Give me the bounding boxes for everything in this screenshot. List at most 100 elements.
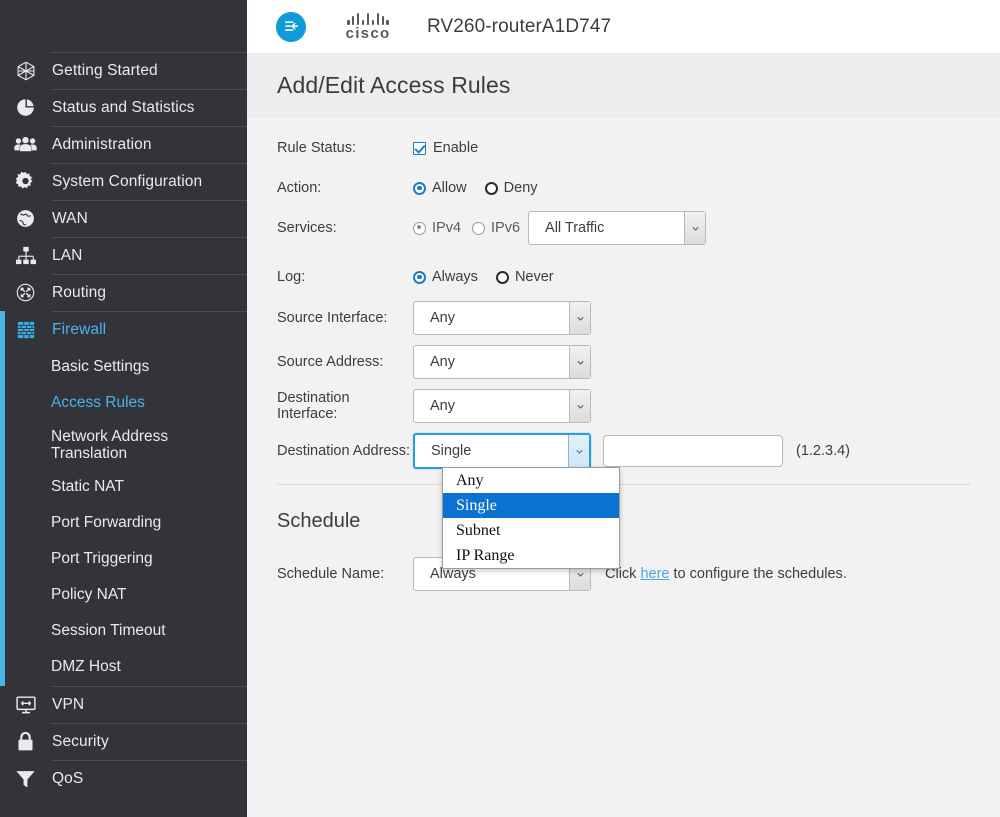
sidebar-item-label: Administration — [51, 126, 247, 163]
action-radio-allow[interactable] — [413, 181, 426, 195]
action-label: Action: — [277, 180, 322, 196]
destination-address-input[interactable] — [603, 435, 783, 467]
sidebar-item-label: Status and Statistics — [51, 89, 247, 126]
collapse-menu-icon[interactable] — [276, 11, 306, 42]
dropdown-option[interactable]: IP Range — [443, 543, 619, 568]
chevron-down-icon — [569, 390, 590, 422]
source-interface-label: Source Interface: — [277, 310, 388, 326]
services-select[interactable]: All Traffic — [528, 211, 707, 245]
sidebar-item-qos[interactable]: QoS — [0, 760, 247, 797]
gear-icon — [0, 171, 51, 192]
sidebar-item-vpn[interactable]: VPN — [0, 686, 247, 723]
action-radio-allow-label: Allow — [432, 180, 467, 196]
sidebar-subitem-port-forwarding[interactable]: Port Forwarding — [0, 505, 247, 541]
destination-interface-select[interactable]: Any — [413, 389, 591, 423]
row-schedule-name: Schedule Name: Always Click here to conf… — [247, 556, 1000, 592]
log-label: Log: — [277, 269, 306, 285]
sidebar-item-firewall[interactable]: Firewall — [0, 311, 247, 348]
services-radio-ipv4-label: IPv4 — [432, 220, 462, 236]
sidebar-item-label: QoS — [51, 760, 247, 797]
row-rule-status: Rule Status: Enable — [247, 131, 1000, 165]
action-radio-deny-label: Deny — [503, 180, 538, 196]
sidebar-item-administration[interactable]: Administration — [0, 126, 247, 163]
sidebar-item-lan[interactable]: LAN — [0, 237, 247, 274]
row-source-address: Source Address: Any — [247, 344, 1000, 380]
destination-address-hint: (1.2.3.4) — [796, 443, 850, 459]
chevron-down-icon — [569, 346, 590, 378]
sidebar-item-label: LAN — [51, 237, 247, 274]
device-name: RV260-routerA1D747 — [427, 15, 612, 37]
sidebar-subitem-label: Policy NAT — [51, 586, 127, 604]
source-address-select[interactable]: Any — [413, 345, 591, 379]
hexagon-network-icon — [0, 60, 51, 82]
row-action: Action: Allow Deny — [247, 171, 1000, 205]
sidebar-item-status-and-statistics[interactable]: Status and Statistics — [0, 89, 247, 126]
sidebar-item-label: VPN — [51, 686, 247, 723]
sidebar-item-label: Firewall — [51, 311, 247, 348]
rule-status-label: Rule Status: — [277, 140, 356, 156]
sidebar-item-label: System Configuration — [51, 163, 247, 200]
chevron-down-icon — [684, 212, 706, 244]
row-destination-address: Destination Address: Single (1.2.3.4) — [247, 432, 1000, 470]
sidebar-item-getting-started[interactable]: Getting Started — [0, 52, 247, 89]
dropdown-option[interactable]: Subnet — [443, 518, 619, 543]
log-radio-always[interactable] — [413, 270, 426, 284]
firewall-brick-icon — [0, 320, 51, 340]
sidebar-subitem-access-rules[interactable]: Access Rules — [0, 385, 247, 421]
sidebar-item-system-configuration[interactable]: System Configuration — [0, 163, 247, 200]
destination-interface-label: Destination Interface: — [277, 390, 350, 422]
sidebar-subitem-label: Port Triggering — [51, 550, 153, 568]
services-radio-ipv6-label: IPv6 — [491, 220, 521, 236]
sidebar-item-label: Routing — [51, 274, 247, 311]
row-services: Services: IPv4 IPv6 All Traffic — [247, 209, 1000, 247]
row-source-interface: Source Interface: Any — [247, 300, 1000, 336]
sidebar-subitem-dmz-host[interactable]: DMZ Host — [0, 649, 247, 685]
sidebar-subitem-session-timeout[interactable]: Session Timeout — [0, 613, 247, 649]
log-radio-never-label: Never — [514, 269, 554, 285]
main-content: Rule Status: Enable Action: Allow Deny S… — [247, 118, 1000, 817]
sidebar-subitem-label: DMZ Host — [51, 658, 121, 676]
row-destination-interface: Destination Interface: Any — [247, 388, 1000, 424]
sidebar-item-label: Security — [51, 723, 247, 760]
schedule-configure-link[interactable]: here — [640, 566, 669, 582]
source-address-select-value: Any — [430, 354, 455, 370]
dropdown-option-selected[interactable]: Single — [443, 493, 619, 518]
destination-address-dropdown[interactable]: Any Single Subnet IP Range — [442, 467, 620, 569]
routing-arrows-icon — [0, 282, 51, 303]
sidebar-subitem-network-address-translation[interactable]: Network Address Translation — [0, 421, 247, 469]
sidebar-subitem-static-nat[interactable]: Static NAT — [0, 469, 247, 505]
action-radio-deny[interactable] — [484, 181, 498, 195]
schedule-note-suffix: to configure the schedules. — [669, 566, 847, 582]
services-radio-ipv6[interactable] — [472, 221, 486, 235]
rule-status-checkbox-label: Enable — [433, 140, 479, 156]
sidebar-item-security[interactable]: Security — [0, 723, 247, 760]
sidebar-item-wan[interactable]: WAN — [0, 200, 247, 237]
services-label: Services: — [277, 220, 337, 236]
section-divider — [277, 484, 970, 485]
log-radio-never[interactable] — [495, 270, 509, 284]
sidebar-subitem-port-triggering[interactable]: Port Triggering — [0, 541, 247, 577]
funnel-icon — [0, 769, 51, 789]
destination-address-select[interactable]: Single — [413, 433, 591, 469]
top-header: cisco RV260-routerA1D747 — [247, 0, 1000, 53]
dropdown-option[interactable]: Any — [443, 468, 619, 493]
vpn-monitor-icon — [0, 695, 51, 715]
sidebar-subitem-policy-nat[interactable]: Policy NAT — [0, 577, 247, 613]
sidebar-subitem-basic-settings[interactable]: Basic Settings — [0, 349, 247, 385]
schedule-section-title: Schedule — [277, 510, 361, 532]
services-select-value: All Traffic — [545, 220, 605, 236]
sidebar-item-routing[interactable]: Routing — [0, 274, 247, 311]
pie-chart-icon — [0, 97, 51, 118]
sidebar: Getting Started Status and Statistics Ad… — [0, 0, 247, 817]
source-interface-select[interactable]: Any — [413, 301, 591, 335]
sidebar-subitem-label: Session Timeout — [51, 622, 166, 640]
log-radio-always-label: Always — [432, 269, 478, 285]
network-tree-icon — [0, 246, 51, 266]
cisco-logo-bars — [337, 13, 399, 25]
services-radio-ipv4[interactable] — [413, 221, 426, 235]
rule-status-checkbox[interactable] — [413, 141, 426, 155]
destination-interface-select-value: Any — [430, 398, 455, 414]
source-interface-select-value: Any — [430, 310, 455, 326]
destination-address-label: Destination Address: — [277, 443, 410, 459]
cisco-logo: cisco — [337, 13, 399, 41]
